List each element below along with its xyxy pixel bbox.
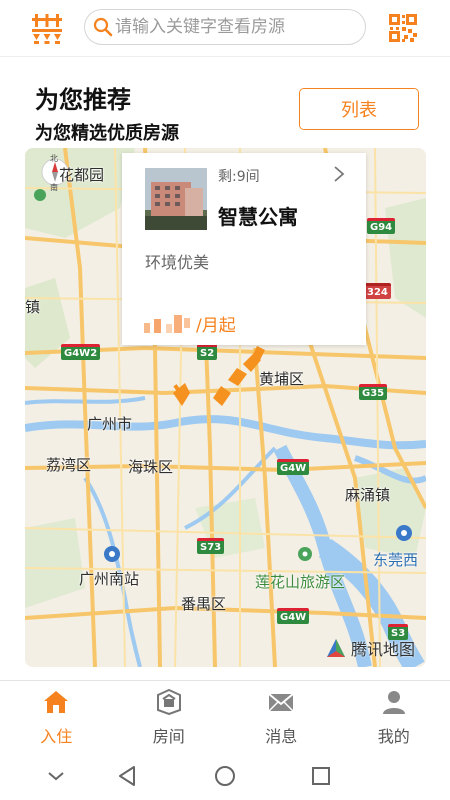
system-nav-bar <box>0 750 450 800</box>
price-suffix: /月起 <box>196 316 236 336</box>
home-nav-icon[interactable] <box>213 764 237 788</box>
hide-keyboard-icon[interactable] <box>44 764 68 788</box>
view-toggle: 列表 地图 <box>299 88 419 130</box>
search-icon <box>93 17 113 37</box>
property-description: 环境优美 <box>145 253 210 272</box>
price-redacted <box>144 314 194 333</box>
tab-messages[interactable]: 消息 <box>225 681 338 751</box>
map-label-guangzhou: 广州市 <box>87 415 133 433</box>
poi-scenic-icon <box>298 547 312 561</box>
map-label-huangpu: 黄埔区 <box>259 370 305 388</box>
back-icon[interactable] <box>116 764 140 788</box>
rooms-left: 剩:9间 <box>218 169 260 185</box>
tab-label: 我的 <box>377 727 410 746</box>
tencent-map-logo-icon <box>327 639 345 657</box>
top-bar <box>0 0 450 57</box>
road-shield-g4w: G4W <box>277 459 310 475</box>
compass-north: 北 <box>50 154 58 163</box>
compass-south: 南 <box>50 183 58 192</box>
map-provider-label: 腾讯地图 <box>351 640 416 659</box>
road-shield-g4w2: G4W2 <box>61 344 101 360</box>
tab-label: 消息 <box>265 727 298 746</box>
road-shield-s73: S73 <box>197 538 225 554</box>
map-label-lianhuashan: 莲花山旅游区 <box>255 573 346 591</box>
map-label-guangzhou-south: 广州南站 <box>79 570 140 588</box>
property-price: /月起 <box>144 311 236 336</box>
road-shield-g4w: G4W <box>277 608 310 624</box>
map-provider: 腾讯地图 <box>325 636 415 660</box>
tab-mine[interactable]: 我的 <box>338 681 450 751</box>
map-label-liwan: 荔湾区 <box>46 456 92 474</box>
poi-park-icon <box>34 189 46 201</box>
user-icon <box>382 691 405 714</box>
recommend-title: 为您推荐 <box>35 86 131 114</box>
map-label-huadu: 花都园 <box>59 166 105 184</box>
property-thumbnail <box>145 168 207 230</box>
road-shield-g94: G94 <box>367 218 396 234</box>
filter-icon[interactable] <box>30 12 64 46</box>
mail-icon <box>268 693 294 712</box>
recents-icon[interactable] <box>309 764 333 788</box>
room-icon <box>156 689 181 715</box>
road-shield-s2: S2 <box>197 344 218 360</box>
station-icon <box>104 546 120 562</box>
map-label-dongguan-west: 东莞西 <box>373 551 419 569</box>
property-popup-card[interactable]: 剩:9间 智慧公寓 环境优美 /月起 <box>122 153 366 345</box>
search-input[interactable] <box>115 14 355 40</box>
tab-label: 入住 <box>40 727 73 746</box>
qr-code-icon[interactable] <box>388 13 418 43</box>
chevron-right-icon[interactable] <box>332 165 346 183</box>
road-shield-324: 324 <box>364 283 391 299</box>
bottom-tab-bar: 入住 房间 消息 我的 <box>0 680 450 751</box>
tab-checkin[interactable]: 入住 <box>0 681 113 751</box>
recommend-subtitle: 为您精选优质房源 <box>35 123 179 144</box>
map-label-mayong: 麻涌镇 <box>345 486 391 504</box>
tab-rooms[interactable]: 房间 <box>113 681 226 751</box>
station-icon <box>396 525 412 541</box>
map-label-panyu: 番禺区 <box>181 595 227 613</box>
tab-label: 房间 <box>152 727 185 746</box>
search-box[interactable] <box>84 9 366 45</box>
home-icon <box>44 691 69 713</box>
map-label-town: 镇 <box>25 298 41 316</box>
list-view-button[interactable]: 列表 <box>300 89 418 129</box>
road-shield-g35: G35 <box>359 384 388 400</box>
map-label-haizhu: 海珠区 <box>128 458 174 476</box>
property-name: 智慧公寓 <box>218 205 298 229</box>
